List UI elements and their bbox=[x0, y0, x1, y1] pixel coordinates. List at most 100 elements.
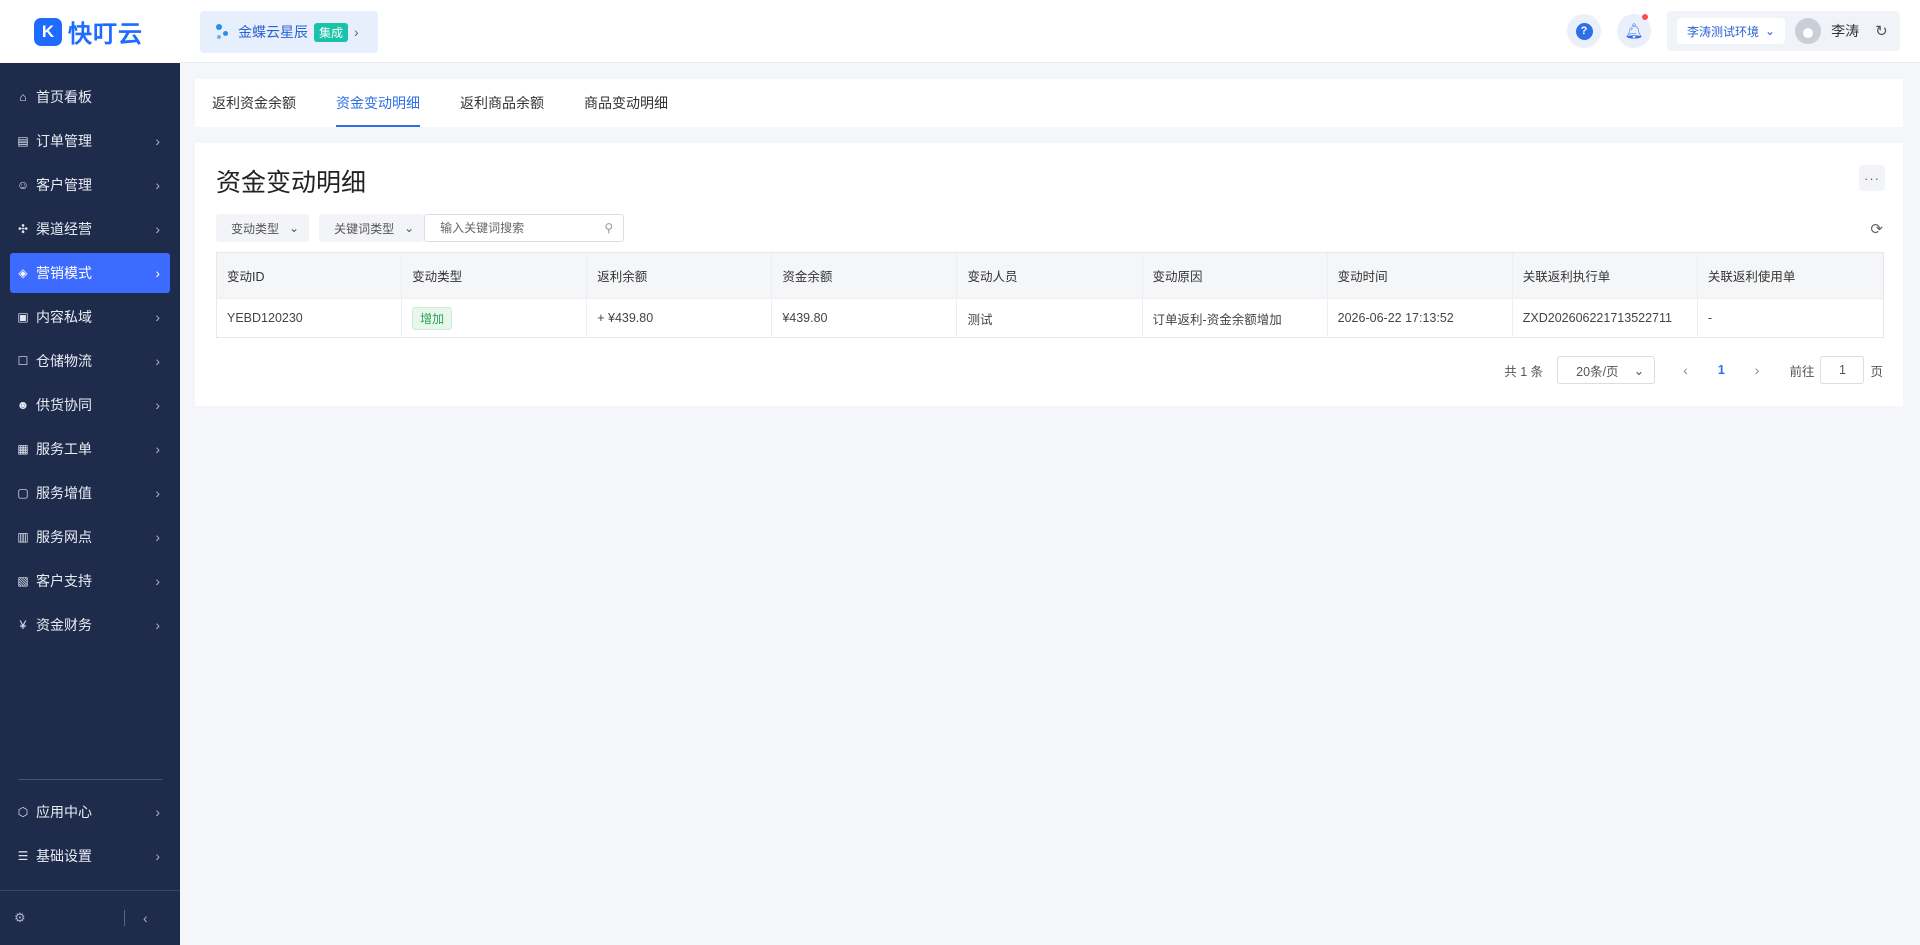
goto-page-input[interactable]: 1 bbox=[1820, 356, 1865, 384]
chevron-right-icon: › bbox=[155, 804, 160, 820]
box-icon: ☐ bbox=[17, 354, 29, 368]
search-icon[interactable]: ⚲ bbox=[604, 221, 613, 235]
sidebar-item-service-tickets[interactable]: ▦ 服务工单 › bbox=[10, 429, 170, 469]
table-header-row: 变动ID 变动类型 返利余额 资金余额 变动人员 变动原因 变动时间 关联返利执… bbox=[217, 253, 1883, 299]
pagination-total: 共 1 条 bbox=[1504, 364, 1544, 379]
channel-icon: ✣ bbox=[17, 222, 29, 236]
page-number-current[interactable]: 1 bbox=[1718, 363, 1725, 377]
sidebar-item-label: 渠道经营 bbox=[36, 221, 92, 237]
notification-button[interactable]: 🔔︎ bbox=[1617, 14, 1651, 48]
chevron-right-icon: › bbox=[155, 177, 160, 193]
chevron-down-icon: ⌄ bbox=[289, 221, 300, 235]
integration-switcher[interactable]: 金蝶云星辰 集成 › bbox=[200, 11, 378, 53]
integration-badge: 集成 bbox=[314, 22, 349, 42]
sidebar-item-support[interactable]: ▧ 客户支持 › bbox=[10, 561, 170, 601]
cell-reason: 订单返利-资金余额增加 bbox=[1143, 299, 1328, 337]
logo-icon: K bbox=[34, 17, 62, 46]
page-suffix: 页 bbox=[1870, 364, 1883, 379]
chevron-right-icon: › bbox=[155, 397, 160, 413]
column-header: 变动ID bbox=[217, 253, 403, 298]
keyword-type-label: 关键词类型 bbox=[334, 221, 395, 236]
column-header: 变动人员 bbox=[957, 253, 1143, 298]
cell-change-type: 增加 bbox=[402, 299, 588, 337]
change-type-label: 变动类型 bbox=[231, 221, 280, 236]
status-badge: 增加 bbox=[412, 306, 453, 330]
tab-fund-change-detail[interactable]: 资金变动明细 bbox=[336, 79, 420, 127]
integration-name: 金蝶云星辰 bbox=[238, 24, 308, 40]
tab-bar: 返利资金余额 资金变动明细 返利商品余额 商品变动明细 bbox=[195, 79, 1903, 127]
handshake-icon: ☻ bbox=[16, 398, 30, 412]
collapse-sidebar-icon[interactable]: ‹ bbox=[143, 910, 148, 926]
sidebar-item-outlets[interactable]: ▥ 服务网点 › bbox=[10, 517, 170, 557]
cell-use-order: - bbox=[1707, 311, 1713, 325]
prev-page-icon[interactable]: ‹ bbox=[1683, 362, 1688, 378]
column-header: 返利余额 bbox=[587, 253, 773, 298]
search-input[interactable] bbox=[440, 221, 605, 235]
chevron-down-icon: ⌄ bbox=[1765, 24, 1776, 38]
column-header: 变动类型 bbox=[402, 253, 588, 298]
content-panel: 资金变动明细 ··· 变动类型 ⌄ 关键词类型 ⌄ ⚲ ⟳ 变动ID 变动类型 … bbox=[195, 143, 1903, 406]
sidebar-item-content[interactable]: ▣ 内容私域 › bbox=[10, 297, 170, 337]
chevron-down-icon: ⌄ bbox=[1633, 363, 1645, 378]
more-options-button[interactable]: ··· bbox=[1859, 165, 1885, 191]
sidebar-item-label: 营销模式 bbox=[36, 265, 92, 281]
tab-goods-change-detail[interactable]: 商品变动明细 bbox=[584, 79, 668, 127]
filter-bar: 变动类型 ⌄ 关键词类型 ⌄ ⚲ bbox=[216, 214, 625, 242]
image-icon: ▣ bbox=[17, 310, 29, 324]
chevron-right-icon: › bbox=[155, 441, 160, 457]
column-header: 关联返利使用单 bbox=[1707, 270, 1796, 284]
table-row[interactable]: YEBD120230 增加 + ¥439.80 ¥439.80 测试 订单返利-… bbox=[217, 299, 1883, 337]
environment-select[interactable]: 李涛测试环境 ⌄ bbox=[1677, 18, 1786, 44]
sidebar-nav: ⌂ 首页看板 ▤ 订单管理 › ☺ 客户管理 › ✣ 渠道经营 › ◈ 营销模式 › ▣ 内容私域 ›… bbox=[0, 63, 180, 645]
sidebar-item-orders[interactable]: ▤ 订单管理 › bbox=[10, 121, 170, 161]
refresh-icon[interactable]: ↻ bbox=[1875, 22, 1888, 40]
sidebar-item-label: 订单管理 bbox=[36, 133, 92, 149]
column-header: 变动原因 bbox=[1143, 253, 1328, 298]
chevron-down-icon: ⌄ bbox=[404, 221, 415, 235]
sidebar-item-label: 供货协同 bbox=[36, 397, 92, 413]
user-name[interactable]: 李涛 bbox=[1831, 21, 1859, 41]
yen-icon: ¥ bbox=[19, 618, 27, 632]
cell-exec-order[interactable]: ZXD202606221713522711 bbox=[1513, 299, 1698, 337]
sidebar-item-settings[interactable]: ☰ 基础设置 › bbox=[10, 836, 170, 876]
sidebar-item-customers[interactable]: ☺ 客户管理 › bbox=[10, 165, 170, 205]
sidebar-item-value-added[interactable]: ▢ 服务增值 › bbox=[10, 473, 170, 513]
top-header: 金蝶云星辰 集成 › ? 🔔︎ 李涛测试环境 ⌄ 李涛 ↻ bbox=[180, 0, 1920, 63]
tab-rebate-goods-balance[interactable]: 返利商品余额 bbox=[460, 79, 544, 127]
support-icon: ▧ bbox=[17, 574, 29, 588]
help-button[interactable]: ? bbox=[1567, 14, 1601, 48]
search-box: ⚲ bbox=[424, 214, 625, 242]
sidebar-item-supply[interactable]: ☻ 供货协同 › bbox=[10, 385, 170, 425]
sidebar-item-finance[interactable]: ¥ 资金财务 › bbox=[10, 605, 170, 645]
page-size-select[interactable]: 20条/页 ⌄ bbox=[1557, 356, 1656, 384]
logo[interactable]: K 快叮云 bbox=[0, 0, 180, 63]
sidebar-item-label: 内容私域 bbox=[36, 309, 92, 325]
column-header: 资金余额 bbox=[772, 253, 958, 298]
sidebar-item-marketing[interactable]: ◈ 营销模式 › bbox=[10, 253, 170, 293]
tag-icon: ◈ bbox=[18, 266, 28, 280]
sidebar-item-app-center[interactable]: ⬡ 应用中心 › bbox=[10, 792, 170, 832]
change-type-dropdown[interactable]: 变动类型 ⌄ bbox=[216, 214, 310, 242]
store-icon: ▥ bbox=[17, 530, 29, 544]
next-page-icon[interactable]: › bbox=[1755, 362, 1760, 378]
cell-fund-balance: ¥439.80 bbox=[772, 299, 958, 337]
sidebar-item-label: 基础设置 bbox=[36, 848, 92, 864]
gear-icon[interactable]: ⚙ bbox=[14, 910, 44, 926]
cell-rebate-balance: + ¥439.80 bbox=[587, 299, 773, 337]
sidebar-item-label: 仓储物流 bbox=[36, 353, 92, 369]
reload-icon[interactable]: ⟳ bbox=[1870, 220, 1883, 238]
page-size-label: 20条/页 bbox=[1576, 364, 1619, 379]
sidebar-item-warehouse[interactable]: ☐ 仓储物流 › bbox=[10, 341, 170, 381]
sidebar-item-label: 资金财务 bbox=[36, 617, 92, 633]
logo-text: 快叮云 bbox=[68, 21, 143, 48]
keyword-type-dropdown[interactable]: 关键词类型 ⌄ bbox=[319, 214, 425, 242]
data-table: 变动ID 变动类型 返利余额 资金余额 变动人员 变动原因 变动时间 关联返利执… bbox=[216, 252, 1884, 338]
avatar[interactable] bbox=[1795, 18, 1822, 44]
chevron-right-icon: › bbox=[155, 221, 160, 237]
sidebar-item-channels[interactable]: ✣ 渠道经营 › bbox=[10, 209, 170, 249]
cell-time: 2026-06-22 17:13:52 bbox=[1328, 299, 1513, 337]
bag-icon: ▢ bbox=[17, 486, 29, 500]
sidebar-item-dashboard[interactable]: ⌂ 首页看板 bbox=[10, 77, 170, 117]
tab-rebate-fund-balance[interactable]: 返利资金余额 bbox=[212, 79, 296, 127]
integration-icon bbox=[214, 22, 232, 42]
